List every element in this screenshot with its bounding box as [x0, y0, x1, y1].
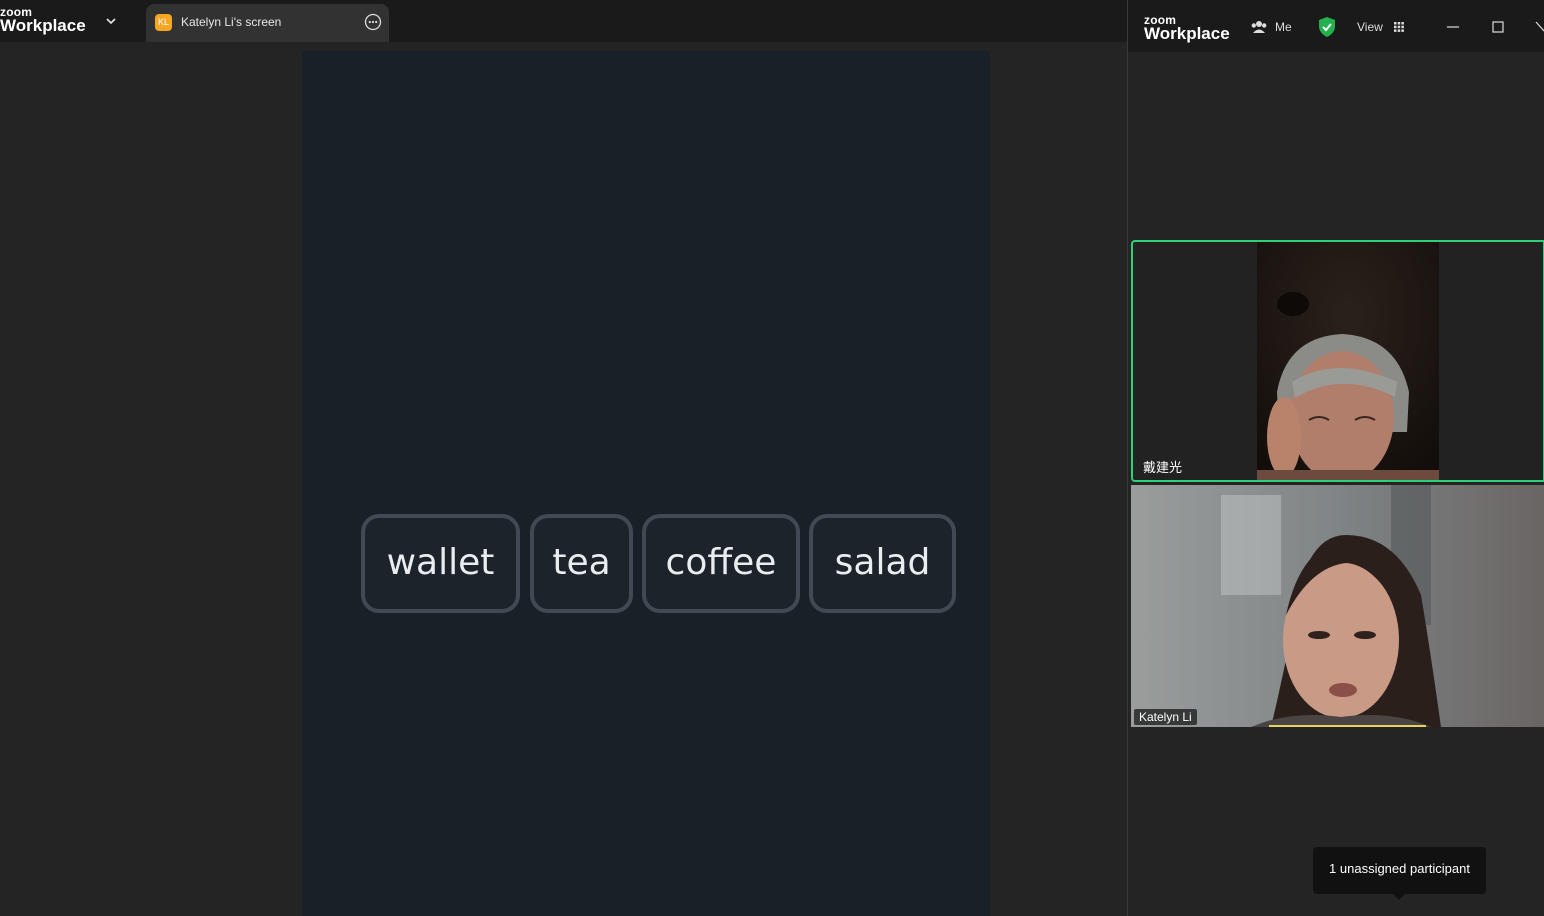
maximize-icon[interactable] [1490, 19, 1506, 35]
participants-window: zoom Workplace Me View 戴建光 Katelyn Li [1127, 0, 1544, 916]
audio-level-bar [1269, 725, 1426, 727]
word-chip-wallet: wallet [361, 514, 520, 613]
view-label: View [1357, 20, 1383, 34]
logo-big-text: Workplace [1144, 24, 1230, 43]
minimize-icon[interactable] [1445, 19, 1461, 35]
participant-video [1257, 242, 1439, 480]
shared-screen-content: wallet tea coffee salad [302, 51, 990, 916]
chevron-down-icon[interactable] [102, 12, 120, 30]
meeting-button[interactable]: Me [1250, 16, 1292, 38]
tooltip-text: 1 unassigned participant [1329, 861, 1470, 876]
close-icon[interactable] [1533, 19, 1544, 35]
zoom-workplace-logo: zoom Workplace [0, 6, 86, 34]
meeting-label: Me [1275, 20, 1292, 34]
more-options-icon[interactable] [364, 13, 382, 31]
main-window: zoom Workplace KL Katelyn Li's screen wa… [0, 0, 1127, 916]
side-titlebar: zoom Workplace Me View [1128, 0, 1544, 52]
tab-shared-screen[interactable]: KL Katelyn Li's screen [146, 4, 389, 42]
participant-name: Katelyn Li [1134, 709, 1197, 725]
zoom-workplace-logo: zoom Workplace [1144, 14, 1230, 42]
shield-check-icon[interactable] [1317, 16, 1337, 38]
participant-video-feed [1257, 242, 1439, 480]
participants-icon [1251, 21, 1267, 33]
main-titlebar: zoom Workplace KL Katelyn Li's screen [0, 0, 1127, 42]
grid-icon [1394, 22, 1404, 32]
participant-tile[interactable]: Katelyn Li [1131, 485, 1544, 727]
word-chip-tea: tea [530, 514, 633, 613]
participant-tile[interactable]: 戴建光 [1131, 240, 1544, 482]
avatar: KL [155, 14, 172, 31]
view-button[interactable]: View [1357, 16, 1407, 38]
logo-big-text: Workplace [0, 16, 86, 35]
participant-video-feed [1131, 485, 1544, 727]
tab-label: Katelyn Li's screen [181, 15, 282, 29]
participant-name: 戴建光 [1143, 460, 1183, 475]
word-chip-salad: salad [809, 514, 956, 613]
word-chip-coffee: coffee [642, 514, 800, 613]
tooltip-arrow [1393, 894, 1405, 900]
unassigned-tooltip: 1 unassigned participant [1313, 847, 1486, 900]
participants-gallery [1128, 52, 1544, 916]
